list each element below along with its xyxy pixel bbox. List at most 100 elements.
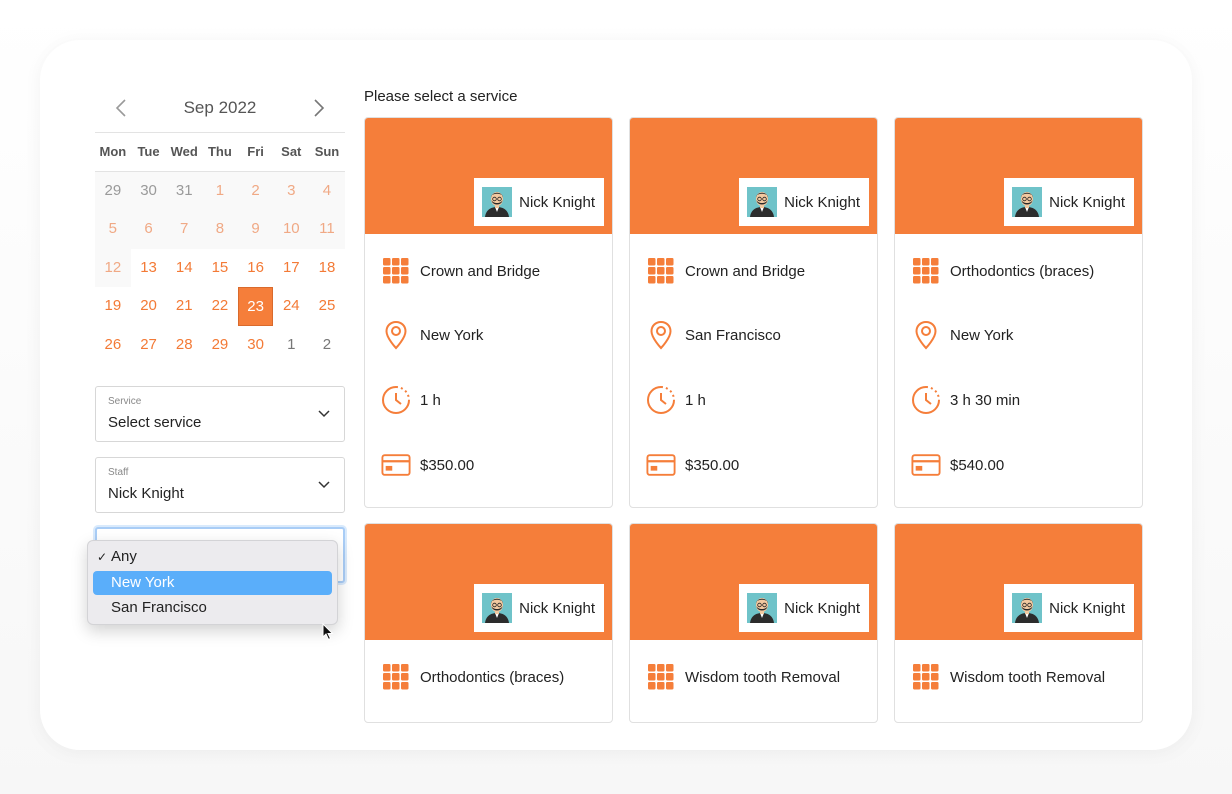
next-month-button[interactable] xyxy=(302,94,336,122)
calendar-day[interactable]: 16 xyxy=(238,249,274,287)
grid-icon xyxy=(383,258,409,284)
calendar-day: 11 xyxy=(309,210,345,249)
weekday-label: Fri xyxy=(247,144,264,159)
calendar-day[interactable]: 19 xyxy=(95,287,131,325)
location-pin-icon xyxy=(915,320,937,350)
calendar-day: 9 xyxy=(237,210,274,249)
calendar-day-selected[interactable]: 23 xyxy=(237,287,274,326)
chevron-down-icon xyxy=(318,481,330,489)
location-option-new-york[interactable]: New York xyxy=(93,571,332,595)
weekday-label: Thu xyxy=(207,144,232,159)
price: $540.00 xyxy=(950,456,1005,474)
calendar-day[interactable]: 27 xyxy=(131,326,167,364)
duration: 1 h xyxy=(685,391,706,409)
calendar-day: 29 xyxy=(95,172,131,211)
service-name: Orthodontics (braces) xyxy=(950,262,1095,280)
calendar-day[interactable]: 25 xyxy=(309,287,345,325)
weekday-label: Tue xyxy=(137,144,160,159)
location-row: San Francisco xyxy=(646,320,781,350)
calendar-day: 2 xyxy=(322,335,332,353)
service-card[interactable]: Nick Knight Wisdom tooth Removal xyxy=(629,523,878,723)
price-row: $540.00 xyxy=(911,450,1004,480)
calendar-day: 1 xyxy=(202,172,238,211)
avatar-icon xyxy=(747,593,778,623)
location-pin-icon xyxy=(385,320,407,350)
calendar-day[interactable]: 29 xyxy=(202,326,238,364)
service-card-banner: Nick Knight xyxy=(630,524,877,640)
location-row: New York xyxy=(381,320,483,350)
calendar-day[interactable]: 28 xyxy=(166,326,202,364)
calendar-day: 2 xyxy=(237,172,274,211)
service-card-banner: Nick Knight xyxy=(365,118,612,234)
avatar-icon xyxy=(1012,593,1043,623)
staff-name: Nick Knight xyxy=(1049,599,1125,617)
calendar-day: 6 xyxy=(130,210,167,249)
avatar-icon xyxy=(482,187,513,217)
staff-badge: Nick Knight xyxy=(739,178,869,226)
service-name-row: Orthodontics (braces) xyxy=(911,256,1094,286)
service-card[interactable]: Nick Knight Crown and Bridge San Francisco… xyxy=(629,117,878,508)
price: $350.00 xyxy=(685,456,740,474)
calendar: Sep 2022 Mon Tue Wed Thu Fri Sat Sun 29 30 31 1 2 3… xyxy=(95,86,345,364)
calendar-day[interactable]: 15 xyxy=(202,249,238,287)
calendar-day[interactable]: 22 xyxy=(202,287,238,325)
calendar-day: 7 xyxy=(166,210,203,249)
calendar-header: Sep 2022 xyxy=(95,86,345,132)
location-option-any[interactable]: ✓ Any xyxy=(93,545,332,569)
credit-card-icon xyxy=(911,454,941,476)
clock-icon xyxy=(912,386,940,414)
location-name: New York xyxy=(950,326,1014,344)
avatar-icon xyxy=(482,593,513,623)
weekday-label: Sat xyxy=(281,144,302,159)
service-name: Crown and Bridge xyxy=(685,262,806,280)
avatar xyxy=(1012,187,1043,217)
grid-icon xyxy=(648,664,674,690)
staff-select-value: Nick Knight xyxy=(108,485,184,502)
location-option-label: San Francisco xyxy=(111,599,207,616)
service-card[interactable]: Nick Knight Orthodontics (braces) xyxy=(364,523,613,723)
weekday-label: Mon xyxy=(99,144,127,159)
calendar-day[interactable]: 21 xyxy=(166,287,202,325)
service-name: Orthodontics (braces) xyxy=(420,668,565,686)
calendar-day[interactable]: 30 xyxy=(238,326,274,364)
location-name: New York xyxy=(420,326,484,344)
staff-name: Nick Knight xyxy=(1049,193,1125,211)
checkmark-icon: ✓ xyxy=(97,550,108,564)
price-row: $350.00 xyxy=(646,450,739,480)
location-option-san-francisco[interactable]: San Francisco xyxy=(93,596,332,620)
weekday-label: Sun xyxy=(314,144,340,159)
weekday-label: Wed xyxy=(170,144,198,159)
credit-card-icon xyxy=(646,454,676,476)
avatar xyxy=(482,187,513,217)
avatar xyxy=(1012,593,1043,623)
calendar-day[interactable]: 18 xyxy=(309,249,345,287)
service-card[interactable]: Nick Knight Crown and Bridge New York 1 h $3… xyxy=(364,117,613,508)
calendar-day[interactable]: 14 xyxy=(166,249,202,287)
price: $350.00 xyxy=(420,456,475,474)
calendar-day: 4 xyxy=(309,172,345,211)
calendar-day[interactable]: 20 xyxy=(131,287,167,325)
calendar-day: 5 xyxy=(95,210,131,249)
staff-select[interactable]: Staff Nick Knight xyxy=(95,457,345,513)
chevron-right-icon xyxy=(314,99,325,117)
calendar-days: 29 30 31 1 2 3 4 5 6 7 8 9 10 11 12 13 14 15 16 17 18 19 20 21 2… xyxy=(95,172,345,364)
grid-icon xyxy=(648,258,674,284)
service-select[interactable]: Service Select service xyxy=(95,386,345,442)
duration: 3 h 30 min xyxy=(950,391,1021,409)
staff-badge: Nick Knight xyxy=(474,178,604,226)
service-card[interactable]: Nick Knight Wisdom tooth Removal xyxy=(894,523,1143,723)
service-name-row: Wisdom tooth Removal xyxy=(646,662,840,692)
calendar-day[interactable]: 17 xyxy=(273,249,309,287)
calendar-day[interactable]: 13 xyxy=(131,249,167,287)
service-card-banner: Nick Knight xyxy=(895,118,1142,234)
calendar-day: 12 xyxy=(95,248,131,288)
service-name: Wisdom tooth Removal xyxy=(950,668,1106,686)
calendar-day[interactable]: 24 xyxy=(273,287,309,325)
location-option-label: New York xyxy=(111,574,175,591)
chevron-down-icon xyxy=(318,410,330,418)
service-select-label: Service xyxy=(108,396,142,407)
calendar-day[interactable]: 26 xyxy=(95,326,131,364)
service-card[interactable]: Nick Knight Orthodontics (braces) New York… xyxy=(894,117,1143,508)
grid-icon xyxy=(913,258,939,284)
service-name-row: Crown and Bridge xyxy=(646,256,805,286)
